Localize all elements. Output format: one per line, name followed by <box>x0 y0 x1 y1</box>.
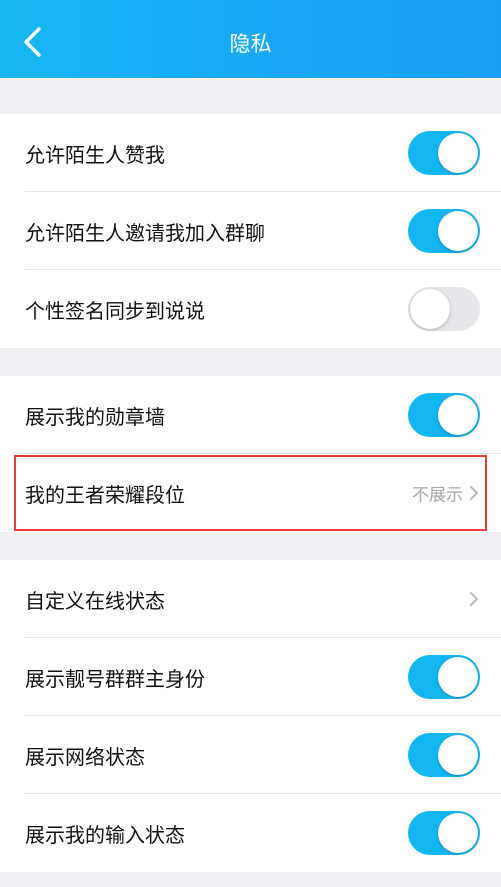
setting-label: 个性签名同步到说说 <box>25 298 205 323</box>
setting-value: 不展示 <box>412 485 463 506</box>
settings-group-stranger: 允许陌生人赞我 允许陌生人邀请我加入群聊 个性签名同步到说说 <box>0 114 501 348</box>
setting-label: 展示我的输入状态 <box>25 822 185 847</box>
setting-row-custom-online-status[interactable]: 自定义在线状态 <box>0 560 501 638</box>
toggle-switch[interactable] <box>408 811 480 855</box>
setting-row-allow-stranger-invite: 允许陌生人邀请我加入群聊 <box>0 192 501 270</box>
toggle-knob <box>438 657 478 697</box>
page-title: 隐私 <box>229 32 272 56</box>
toggle-switch[interactable] <box>408 131 480 175</box>
setting-label: 允许陌生人邀请我加入群聊 <box>25 220 265 245</box>
setting-label: 展示网络状态 <box>25 744 145 769</box>
settings-group-status: 自定义在线状态 展示靓号群群主身份 展示网络状态 展示我的输入状态 <box>0 560 501 872</box>
settings-group-display: 展示我的勋章墙 我的王者荣耀段位 不展示 <box>0 376 501 532</box>
toggle-knob <box>410 289 450 329</box>
toggle-knob <box>438 813 478 853</box>
setting-row-medal-wall: 展示我的勋章墙 <box>0 376 501 454</box>
toggle-switch[interactable] <box>408 209 480 253</box>
setting-row-allow-stranger-like: 允许陌生人赞我 <box>0 114 501 192</box>
setting-label: 展示我的勋章墙 <box>25 404 165 429</box>
setting-label: 允许陌生人赞我 <box>25 142 165 167</box>
toggle-knob <box>438 211 478 251</box>
toggle-switch[interactable] <box>408 733 480 777</box>
toggle-switch[interactable] <box>408 287 480 331</box>
setting-row-network-status: 展示网络状态 <box>0 716 501 794</box>
chevron-right-icon <box>470 486 478 500</box>
setting-label: 我的王者荣耀段位 <box>25 482 185 507</box>
toggle-knob <box>438 133 478 173</box>
toggle-knob <box>438 735 478 775</box>
setting-row-signature-sync: 个性签名同步到说说 <box>0 270 501 348</box>
chevron-right-icon <box>470 592 478 606</box>
setting-row-honor-of-kings-rank[interactable]: 我的王者荣耀段位 不展示 <box>0 454 501 532</box>
toggle-switch[interactable] <box>408 393 480 437</box>
toggle-knob <box>438 395 478 435</box>
toggle-switch[interactable] <box>408 655 480 699</box>
setting-label: 展示靓号群群主身份 <box>25 666 205 691</box>
setting-label: 自定义在线状态 <box>25 588 165 613</box>
top-bar: 隐私 <box>0 0 501 78</box>
setting-row-vip-group-owner: 展示靓号群群主身份 <box>0 638 501 716</box>
setting-row-typing-status: 展示我的输入状态 <box>0 794 501 872</box>
